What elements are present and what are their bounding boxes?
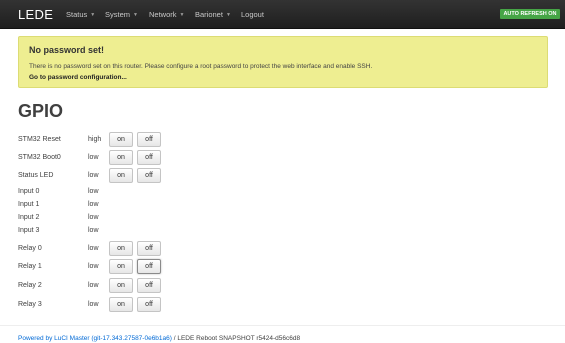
nav-menu-barionet[interactable]: Barionet ▼ (195, 10, 231, 19)
gpio-label: Input 3 (18, 227, 40, 234)
gpio-row-relay-0: Relay 0 low on off (18, 241, 218, 257)
gpio-label: Input 1 (18, 201, 40, 208)
alert-text: There is no password set on this router.… (29, 63, 373, 70)
gpio-state: low (88, 227, 99, 234)
nav-logout[interactable]: Logout (241, 10, 264, 19)
password-alert: No password set! There is no password se… (18, 36, 548, 88)
password-config-link[interactable]: Go to password configuration... (29, 74, 127, 81)
gpio-row-relay-1: Relay 1 low on off (18, 259, 218, 275)
nav-label: Logout (241, 10, 264, 19)
on-button[interactable]: on (109, 278, 133, 293)
off-button[interactable]: off (137, 132, 161, 147)
gpio-row-input-3: Input 3 low (18, 223, 218, 239)
gpio-label: Relay 1 (18, 263, 42, 270)
on-button[interactable]: on (109, 241, 133, 256)
firmware-version: / LEDE Reboot SNAPSHOT r5424-d56c6d8 (171, 335, 301, 342)
gpio-state: high (88, 136, 102, 143)
gpio-label: Status LED (18, 172, 54, 179)
gpio-label: Relay 0 (18, 245, 42, 252)
alert-title: No password set! (29, 45, 105, 55)
caret-down-icon: ▼ (133, 12, 138, 18)
on-button[interactable]: on (109, 150, 133, 165)
caret-down-icon: ▼ (225, 12, 231, 18)
gpio-row-relay-3: Relay 3 low on off (18, 297, 218, 313)
gpio-label: STM32 Reset (18, 136, 61, 143)
gpio-state: low (88, 282, 99, 289)
gpio-row-stm32-reset: STM32 Reset high on off (18, 132, 218, 148)
off-button[interactable]: off (137, 168, 161, 183)
footer-divider (0, 325, 565, 326)
luci-version-link[interactable]: Powered by LuCI Master (git-17.343.27587… (18, 335, 172, 342)
nav-menu-network[interactable]: Network ▼ (149, 10, 184, 19)
top-navbar: LEDE Status ▼ System ▼ Network ▼ Barionet ▼ … (0, 0, 565, 29)
gpio-row-stm32-boot0: STM32 Boot0 low on off (18, 150, 218, 166)
gpio-label: Input 2 (18, 214, 40, 221)
gpio-state: low (88, 301, 99, 308)
nav-label: Barionet (195, 10, 223, 19)
on-button[interactable]: on (109, 132, 133, 147)
gpio-state: low (88, 188, 99, 195)
off-button[interactable]: off (137, 241, 161, 256)
gpio-state: low (88, 172, 99, 179)
gpio-label: Input 0 (18, 188, 40, 195)
footer: Powered by LuCI Master (git-17.343.27587… (18, 335, 300, 342)
auto-refresh-badge[interactable]: AUTO REFRESH ON (500, 9, 560, 19)
gpio-label: Relay 3 (18, 301, 42, 308)
page-title: GPIO (18, 101, 64, 121)
gpio-label: STM32 Boot0 (18, 154, 61, 161)
nav-menu-status[interactable]: Status ▼ (66, 10, 95, 19)
nav-label: System (105, 10, 131, 19)
off-button[interactable]: off (137, 259, 161, 274)
gpio-row-relay-2: Relay 2 low on off (18, 278, 218, 294)
off-button[interactable]: off (137, 278, 161, 293)
gpio-row-status-led: Status LED low on off (18, 168, 218, 184)
nav-menu-system[interactable]: System ▼ (105, 10, 138, 19)
gpio-state: low (88, 263, 99, 270)
off-button[interactable]: off (137, 297, 161, 312)
on-button[interactable]: on (109, 168, 133, 183)
gpio-label: Relay 2 (18, 282, 42, 289)
gpio-state: low (88, 154, 99, 161)
gpio-state: low (88, 201, 99, 208)
gpio-state: low (88, 214, 99, 221)
nav-label: Status (66, 10, 88, 19)
off-button[interactable]: off (137, 150, 161, 165)
caret-down-icon: ▼ (179, 12, 185, 18)
nav-label: Network (149, 10, 177, 19)
gpio-state: low (88, 245, 99, 252)
caret-down-icon: ▼ (90, 12, 96, 18)
on-button[interactable]: on (109, 259, 133, 274)
brand-logo[interactable]: LEDE (18, 7, 53, 22)
on-button[interactable]: on (109, 297, 133, 312)
